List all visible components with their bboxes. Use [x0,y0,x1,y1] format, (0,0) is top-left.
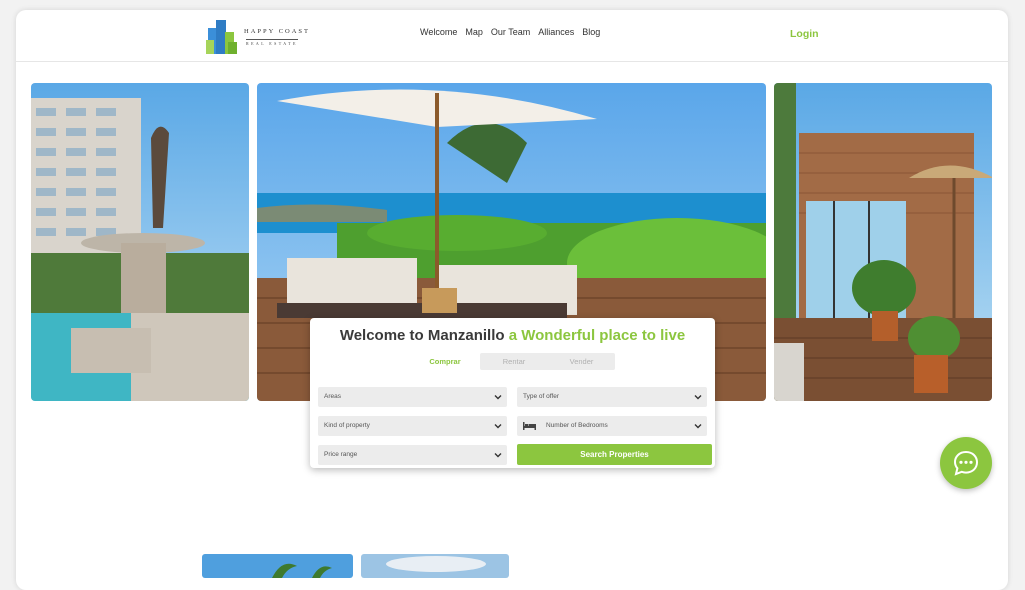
chat-bubble-icon [953,450,979,476]
nav-map[interactable]: Map [465,27,483,37]
brand-logo[interactable]: HAPPY COAST REAL ESTATE [206,16,326,56]
transaction-tabs: Comprar Rentar Vender [410,353,615,370]
brand-name: HAPPY COAST [244,28,311,35]
brand-tagline: REAL ESTATE [246,39,298,46]
chevron-down-icon [694,424,702,429]
hero-image-fountain [31,83,249,401]
listing-thumbnail[interactable] [202,554,353,578]
kind-of-property-label: Kind of property [324,422,370,429]
title-accent: a Wonderful place to live [508,327,686,344]
page: HAPPY COAST REAL ESTATE Welcome Map Our … [16,10,1008,590]
title-main: Welcome to Manzanillo [339,327,505,344]
price-range-label: Price range [324,451,358,458]
logo-buildings-icon [206,20,237,54]
bed-icon [523,422,536,430]
bedrooms-label: Number of Bedrooms [546,422,608,429]
bedrooms-select[interactable]: Number of Bedrooms [517,416,707,436]
tab-vender[interactable]: Vender [548,353,615,370]
chevron-down-icon [494,424,502,429]
kind-of-property-select[interactable]: Kind of property [318,416,507,436]
listing-thumbnail[interactable] [361,554,509,578]
main-nav: Welcome Map Our Team Alliances Blog [420,27,600,37]
property-search-card: Welcome to Manzanillo a Wonderful place … [310,318,715,468]
tab-rentar[interactable]: Rentar [480,353,548,370]
areas-select[interactable]: Areas [318,387,507,407]
chevron-down-icon [494,453,502,458]
search-properties-button[interactable]: Search Properties [517,444,712,465]
type-of-offer-label: Type of offer [523,393,560,400]
chevron-down-icon [694,395,702,400]
type-of-offer-select[interactable]: Type of offer [517,387,707,407]
nav-welcome[interactable]: Welcome [420,27,457,37]
tab-comprar[interactable]: Comprar [410,353,480,370]
chevron-down-icon [494,395,502,400]
search-card-title: Welcome to Manzanillo a Wonderful place … [310,327,715,344]
areas-select-label: Areas [324,393,341,400]
nav-our-team[interactable]: Our Team [491,27,530,37]
price-range-select[interactable]: Price range [318,445,507,465]
nav-alliances[interactable]: Alliances [538,27,574,37]
nav-blog[interactable]: Blog [582,27,600,37]
chat-button[interactable] [940,437,992,489]
hero-image-wood-house [774,83,992,401]
header: HAPPY COAST REAL ESTATE Welcome Map Our … [16,10,1008,62]
login-link[interactable]: Login [790,28,819,40]
